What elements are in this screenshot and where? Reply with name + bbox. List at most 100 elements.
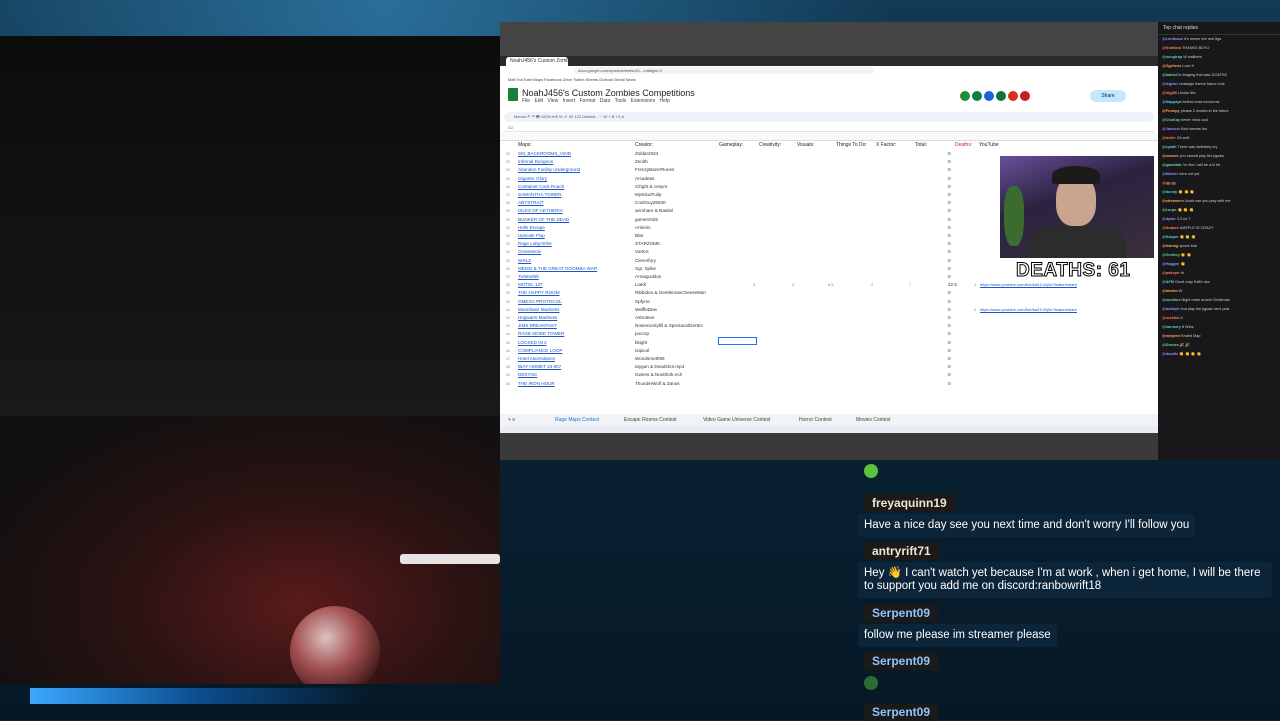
map-link[interactable]: ABYSTRAIT [518,199,544,207]
mini-chat-username[interactable]: @doodle [1162,352,1178,356]
map-link[interactable]: THE IRON HOUR [518,380,555,388]
sheet-tab[interactable]: Horror Contest [799,417,832,423]
map-link[interactable]: DESYNC [518,371,537,379]
mini-chat-username[interactable]: @dondy [1162,190,1177,194]
table-row[interactable]: 41 Moonbase Madness WaffleDew 0 2 https://www… [500,306,1158,314]
collaborator-avatar[interactable] [960,91,970,101]
map-link[interactable]: Upscale Flop [518,232,545,240]
map-link[interactable]: SHILZ [518,257,531,265]
table-row[interactable]: 40 OMEGA PROTOCOL Spfymc 0 [500,298,1158,306]
map-link[interactable]: Infernal Dungeon [518,158,553,166]
mini-chat-username[interactable]: @bobbyh [1162,307,1179,311]
mini-chat-username[interactable]: @Zyphens [1162,64,1181,68]
map-link[interactable]: Rage Labyrinthe [518,240,552,248]
map-link[interactable]: RAGE MODE TOWER [518,330,564,338]
map-link[interactable]: Gravesonic [518,248,541,256]
map-link[interactable]: JIMS BREAKFAST [518,322,557,330]
sheet-menu-bar[interactable]: File Edit View Insert Format Data Tools … [522,98,670,104]
mini-chat-username[interactable]: @gg [1162,181,1170,185]
map-link[interactable]: IBAY HOMET 23 807 [518,363,561,371]
collaborator-avatar[interactable] [984,91,994,101]
mini-chat-username[interactable]: @Kraftbea [1162,46,1181,50]
mini-chat-username[interactable]: @noobins [1162,298,1180,302]
mini-chat-username[interactable]: @zyadh [1162,145,1176,149]
table-row[interactable]: 48 IBAY HOMET 23 807 taygun & Deadshot.mp4… [500,363,1158,371]
map-link[interactable]: OMEGA PROTOCOL [518,298,562,306]
table-row[interactable]: 49 DESYNC Gwens & Noobfork.nch 0 [500,371,1158,379]
map-link[interactable]: SM_BACKROOMS_VOID [518,150,571,158]
mini-chat-username[interactable]: @rockboi [1162,316,1179,320]
collaborator-avatar[interactable] [1020,91,1030,101]
map-link[interactable]: Hogwarts Madness [518,314,557,322]
mini-chat-username[interactable]: @Haggee [1162,262,1179,266]
table-row[interactable]: 50 THE IRON HOUR ThunderWolf & Zanos 0 [500,380,1158,388]
map-link[interactable]: Hells Escape [518,224,545,232]
mini-chat-username[interactable]: @roamer [1162,154,1179,158]
mini-chat-username[interactable]: @streamerx [1162,199,1184,203]
map-link[interactable]: Abandon Facility Underground [518,166,580,174]
mini-chat-username[interactable]: @Lurpo [1162,208,1176,212]
collaborator-avatar[interactable] [996,91,1006,101]
mini-chat-username[interactable]: @Genboy [1162,253,1180,257]
sheet-tab[interactable]: Movies Contest [856,417,890,423]
mini-chat-username[interactable]: @Desura [1162,343,1179,347]
map-link[interactable]: LOCKED IN 2 [518,339,547,347]
mini-chat-username[interactable]: @Frumpy [1162,109,1180,113]
map-link[interactable]: Hotel Ascendance [518,355,555,363]
table-row[interactable]: 46 COMPLIANCE LOOP Ixipical 0 [500,347,1158,355]
map-link[interactable]: MOTEL 137 [518,281,543,289]
map-link[interactable]: THE HAPPY ROOM [518,289,560,297]
mini-chat-username[interactable]: @tntrdm [1162,289,1178,293]
formula-bar[interactable]: G2 [504,124,1154,132]
map-link[interactable]: COMPLIANCE LOOP [518,347,562,355]
url-field[interactable]: docs.google.com/spreadsheets/d/1...edit#… [574,67,874,74]
selected-cell[interactable] [718,337,757,345]
mini-chat-username[interactable]: @Kasper [1162,235,1179,239]
table-row[interactable]: 44 RAGE MODE TOWER pocorp 0 [500,330,1158,338]
mini-chat-username[interactable]: @ttrabox [1162,226,1179,230]
mini-chat-username[interactable]: @lrijg98 [1162,91,1177,95]
map-link[interactable]: Gigantic Glory [518,175,547,183]
mini-chat-header[interactable]: Top chat replies [1158,22,1280,35]
map-link[interactable]: Container Cock Roach [518,183,564,191]
browser-tab[interactable]: NoahJ456's Custom Zombies Competitions [506,57,568,66]
table-row[interactable]: 42 Hogwarts Madness Astrolean 0 [500,314,1158,322]
mini-chat-username[interactable]: @meyden [1162,334,1180,338]
mini-chat-username[interactable]: @babloCh [1162,73,1181,77]
sheet-tab[interactable]: Rage Maps Contest [555,417,599,423]
mini-chat-username[interactable]: @Iceler [1162,136,1176,140]
mini-chat-username[interactable]: @gamblab [1162,163,1181,167]
mini-chat-username[interactable]: @dylan [1162,217,1176,221]
sheet-tab[interactable]: Escape Rooms Contest [624,417,677,423]
bookmarks-bar[interactable]: Mail YouTube Maps Facebook Drive Twitch … [500,76,1158,84]
mini-chat-username[interactable]: @Moster [1162,172,1178,176]
map-link[interactable]: Twisted69 [518,273,539,281]
sheet-title[interactable]: NoahJ456's Custom Zombies Competitions [522,88,695,98]
map-link[interactable]: MEMO & THE GREAT GOOMBA WAR [518,265,597,273]
youtube-link[interactable]: https://www.youtube.com/live/kaXZ-8rj3o?… [980,281,1077,289]
mini-chat-username[interactable]: @ChoKay [1162,118,1180,122]
table-row[interactable]: 47 Hotel Ascendance Woodsmoth99 0 [500,355,1158,363]
collaborator-avatar[interactable] [972,91,982,101]
add-sheet-icon[interactable]: + ≡ [508,417,515,423]
table-row[interactable]: 38 MOTEL 137 LiaKil 22.5 3 4 6.5 2 7 1 https://www… [500,281,1158,289]
youtube-link[interactable]: https://www.youtube.com/live/kaXZ-8rj3o?… [980,306,1077,314]
mini-chat-username[interactable]: @noogtrap [1162,55,1182,59]
table-row[interactable]: 45 LOCKED IN 2 bkight 0 [500,339,1158,347]
mini-chat-username[interactable]: @legbier [1162,82,1178,86]
collaborator-avatar[interactable] [1008,91,1018,101]
mini-chat-username[interactable]: @Nappaya [1162,100,1182,104]
table-row[interactable]: 43 JIMS BREAKFAST Nosemicolyfill & Spectao… [500,322,1158,330]
map-link[interactable]: SAMANTHA TOWER [518,191,561,199]
mini-chat-username[interactable]: @pokeprr [1162,271,1180,275]
share-button[interactable]: Share [1090,90,1126,102]
map-link[interactable]: ISLES OF AETHERIA [518,207,563,215]
map-link[interactable]: BUNKER OF THE DEAD [518,216,569,224]
sheet-toolbar[interactable]: Menus ↶ ↷ 🖶 100% ▾ $ % .0 .00 123 Defaul… [504,112,1154,122]
mini-chat-username[interactable]: @fearing [1162,244,1178,248]
mini-chat-username[interactable]: @Lordbaux [1162,37,1183,41]
sheet-tab[interactable]: Video Game Universe Contest [703,417,770,423]
table-row[interactable]: 39 THE HAPPY ROOM Ribbidoo & GentlemanChee… [500,289,1158,297]
mini-chat-username[interactable]: @harmory [1162,325,1181,329]
map-link[interactable]: Moonbase Madness [518,306,559,314]
